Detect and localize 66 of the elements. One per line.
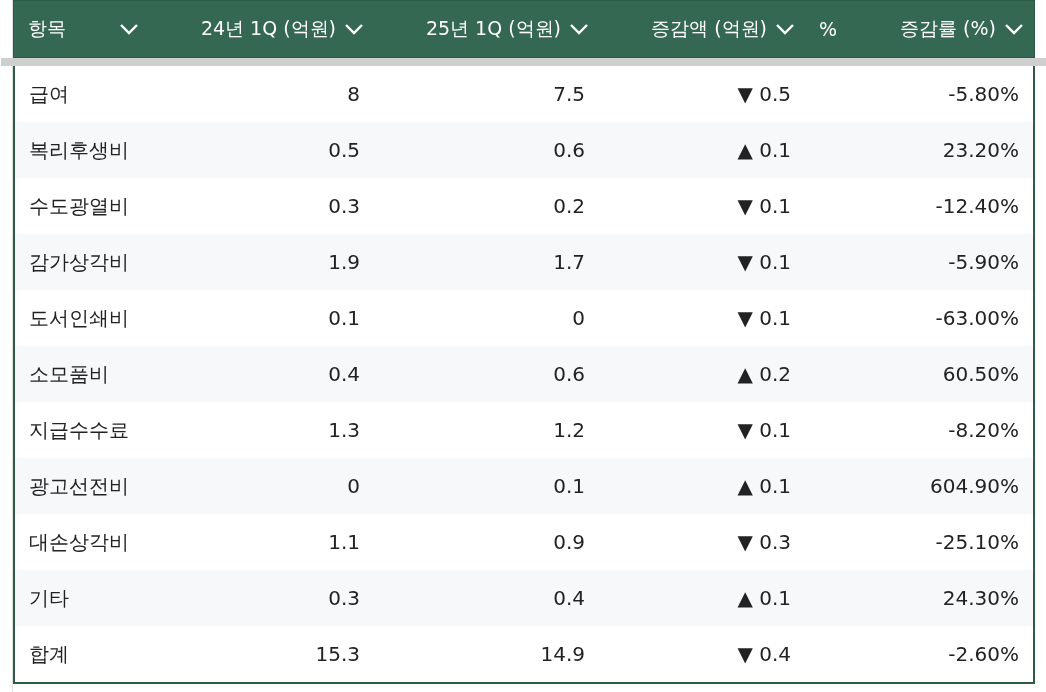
table-cell-text: -25.10%: [934, 529, 1020, 556]
table-cell-text: -12.40%: [934, 193, 1020, 220]
table-cell-text: ▲ 0.2: [736, 361, 792, 388]
table-cell-text: ▼ 0.1: [736, 417, 792, 444]
table-cell-text: ▼ 0.3: [736, 529, 792, 556]
table-cell-text: 0.3: [327, 585, 361, 612]
chevron-down-icon[interactable]: [119, 23, 139, 35]
table-cell-text: ▲ 0.1: [736, 473, 792, 500]
table-cell-text: 합계: [28, 640, 70, 668]
table-cell-text: 복리후생비: [28, 136, 130, 164]
table-cell-text: -8.20%: [947, 417, 1020, 444]
table-cell-text: ▼ 0.1: [736, 249, 792, 276]
table-cell-text: 대손상각비: [28, 528, 130, 556]
percent-format-label: %: [819, 18, 838, 40]
table-cell-text: 1.7: [552, 249, 586, 276]
table-cell-text: 0.4: [552, 585, 586, 612]
chevron-down-icon[interactable]: [1004, 23, 1024, 35]
table-cell-text: 감가상각비: [28, 248, 130, 276]
table-cell-text: -63.00%: [934, 305, 1020, 332]
table-cell-text: 1.1: [327, 529, 361, 556]
table-cell-text: 1.9: [327, 249, 361, 276]
table-cell-text: -5.90%: [947, 249, 1020, 276]
table-cell-text: 0: [571, 305, 586, 332]
column-header: 증감액 (억원): [651, 16, 767, 41]
table-cell-text: 0.4: [327, 361, 361, 388]
column-header: 24년 1Q (억원): [200, 16, 336, 41]
table-cell-text: 15.3: [314, 641, 361, 668]
table-cell-text: -5.80%: [947, 81, 1020, 108]
table-cell-text: 0.9: [552, 529, 586, 556]
column-header: 25년 1Q (억원): [425, 16, 561, 41]
chevron-down-icon[interactable]: [344, 23, 364, 35]
column-header: 항목: [28, 16, 66, 41]
table-cell-text: 24.30%: [941, 585, 1020, 612]
table-cell-text: 0.1: [552, 473, 586, 500]
table-cell-text: 0.5: [327, 137, 361, 164]
table-cell-text: 8: [346, 81, 361, 108]
table-cell-text: 수도광열비: [28, 192, 130, 220]
table-cell-text: 0.6: [552, 361, 586, 388]
chevron-down-icon[interactable]: [569, 23, 589, 35]
table-cell-text: 60.50%: [941, 361, 1020, 388]
table-cell-text: 14.9: [539, 641, 586, 668]
table-cell-text: 급여: [28, 80, 70, 108]
table-cell-text: 지급수수료: [28, 416, 130, 444]
table-cell-text: 광고선전비: [28, 472, 130, 500]
table-cell-text: 0.2: [552, 193, 586, 220]
table-cell-text: 0: [346, 473, 361, 500]
column-header: 증감률 (%): [900, 16, 996, 41]
table-cell-text: ▲ 0.1: [736, 585, 792, 612]
table-cell-text: 23.20%: [941, 137, 1020, 164]
table-cell-text: 604.90%: [929, 473, 1020, 500]
table-cell-text: 1.3: [327, 417, 361, 444]
table-cell-text: ▼ 0.5: [736, 81, 792, 108]
table-cell-text: 7.5: [552, 81, 586, 108]
table-cell-text: 0.3: [327, 193, 361, 220]
table-cell-text: 0.1: [327, 305, 361, 332]
table-cell-text: ▼ 0.4: [736, 641, 792, 668]
chevron-down-icon[interactable]: [775, 23, 795, 35]
table-cell-text: 소모품비: [28, 360, 110, 388]
table-cell-text: 기타: [28, 584, 70, 612]
table-cell-text: ▼ 0.1: [736, 305, 792, 332]
table-cell-text: 도서인쇄비: [28, 304, 130, 332]
table-cell-text: 1.2: [552, 417, 586, 444]
table-cell-text: 0.6: [552, 137, 586, 164]
table-cell-text: ▼ 0.1: [736, 193, 792, 220]
table-cell-text: -2.60%: [947, 641, 1020, 668]
table-cell-text: ▲ 0.1: [736, 137, 792, 164]
